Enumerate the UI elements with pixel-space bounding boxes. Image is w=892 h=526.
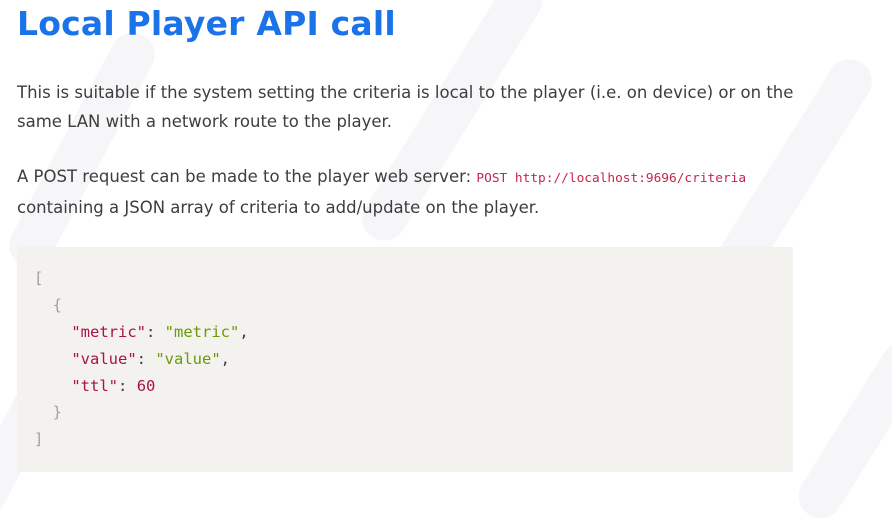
json-key: "value"	[71, 350, 137, 368]
code-line: }	[34, 399, 62, 425]
open-bracket: [	[34, 269, 44, 287]
json-string-value: "metric"	[164, 323, 240, 341]
json-colon: :	[118, 377, 128, 395]
json-number-value: 60	[136, 377, 156, 395]
code-line: "ttl": 60	[34, 373, 155, 399]
post-text-before: A POST request can be made to the player…	[17, 167, 477, 186]
json-colon: :	[145, 323, 156, 341]
background-decoration	[790, 333, 892, 526]
json-comma: ,	[239, 323, 249, 341]
intro-paragraph: This is suitable if the system setting t…	[17, 83, 794, 131]
json-colon: :	[136, 350, 146, 368]
code-line: "value": "value",	[34, 346, 230, 372]
json-comma: ,	[220, 350, 231, 368]
json-key: "metric"	[71, 323, 146, 341]
page-title: Local Player API call	[17, 4, 396, 43]
background-decoration	[1, 24, 163, 276]
code-line: ]	[34, 426, 43, 452]
inline-code-endpoint: POST http://localhost:9696/criteria	[476, 171, 747, 186]
json-code-block: [ { "metric": "metric", "value": "value"…	[17, 247, 793, 472]
code-line: "metric": "metric",	[34, 319, 249, 345]
code-line: [	[34, 265, 43, 291]
close-bracket: ]	[34, 430, 44, 448]
code-line: {	[34, 292, 62, 318]
close-brace: }	[52, 403, 63, 421]
post-request-paragraph: A POST request can be made to the player…	[17, 162, 807, 222]
json-string-value: "value"	[155, 350, 221, 368]
open-brace: {	[52, 296, 63, 314]
post-text-after: containing a JSON array of criteria to a…	[17, 198, 540, 217]
json-key: "ttl"	[71, 377, 118, 395]
